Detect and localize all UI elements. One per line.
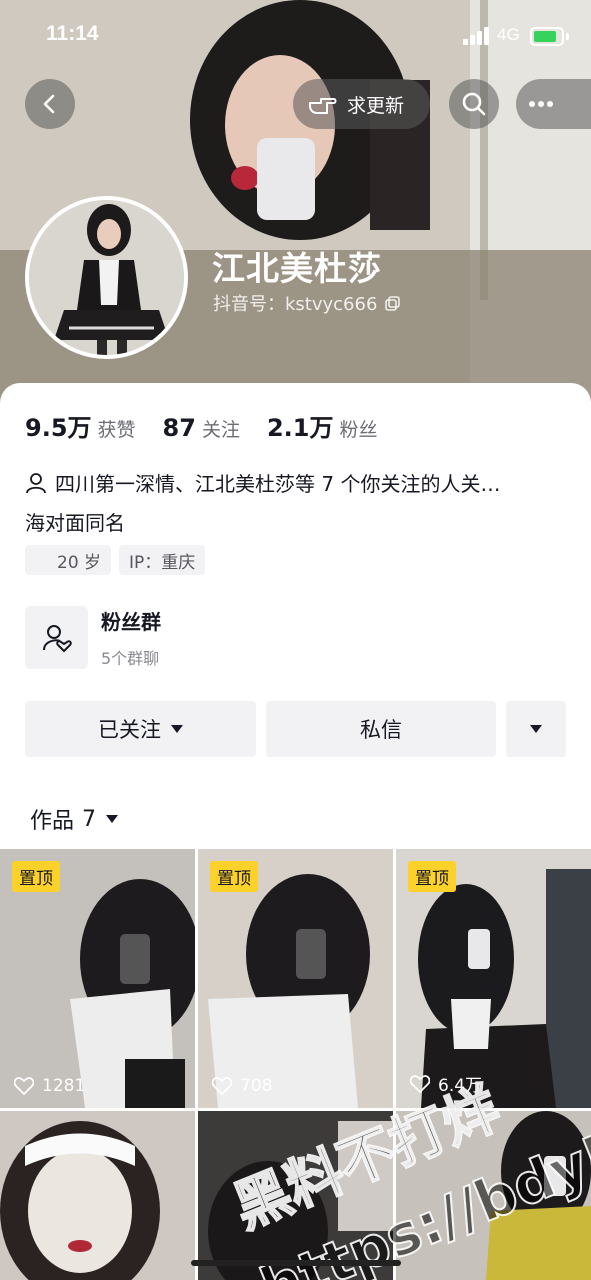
works-tab-label: 作品 bbox=[30, 809, 75, 834]
video-thumbnail[interactable]: 置顶 6.4万 bbox=[396, 849, 591, 1108]
fans-group-subtitle: 5个群聊 bbox=[101, 649, 160, 668]
more-options-button[interactable] bbox=[516, 79, 591, 129]
request-update-label: 求更新 bbox=[347, 94, 405, 117]
fans-group[interactable]: 粉丝群 5个群聊 bbox=[25, 606, 161, 669]
stat-value: 9.5万 bbox=[25, 414, 92, 442]
heart-icon bbox=[212, 1077, 232, 1095]
more-dots-icon bbox=[529, 101, 553, 107]
douyin-id: 抖音号：kstvyc666 bbox=[213, 294, 378, 315]
copy-icon[interactable] bbox=[385, 295, 401, 311]
avatar[interactable] bbox=[25, 196, 188, 359]
message-label: 私信 bbox=[360, 718, 402, 742]
fans-group-title: 粉丝群 bbox=[101, 610, 161, 634]
avatar-photo bbox=[29, 200, 184, 355]
like-count: 6.4万 bbox=[410, 1071, 482, 1096]
network-type: 4G bbox=[497, 25, 520, 44]
stat-following[interactable]: 87 关注 bbox=[163, 414, 240, 442]
like-count: 1281 bbox=[14, 1076, 85, 1096]
stat-label: 关注 bbox=[201, 419, 240, 441]
mutual-text: 四川第一深情、江北美杜莎等 7 个你关注的人关… bbox=[55, 472, 501, 496]
following-label: 已关注 bbox=[98, 718, 161, 742]
video-thumbnail[interactable]: 置顶 708 bbox=[198, 849, 393, 1108]
stat-value: 2.1万 bbox=[266, 414, 334, 442]
stat-likes[interactable]: 9.5万 获赞 bbox=[25, 408, 136, 443]
stat-value: 87 bbox=[162, 414, 196, 442]
heart-icon bbox=[14, 1077, 34, 1095]
heart-icon bbox=[410, 1074, 430, 1093]
bio: 海对面同名 bbox=[25, 511, 125, 535]
caret-down-icon bbox=[530, 725, 542, 733]
more-actions-button[interactable] bbox=[506, 701, 566, 757]
stat-label: 粉丝 bbox=[339, 419, 378, 441]
home-indicator[interactable] bbox=[191, 1260, 401, 1266]
group-chat-icon bbox=[42, 624, 72, 652]
nickname: 江北美杜莎 bbox=[212, 249, 382, 288]
video-grid: 置顶 1281 置顶 708 置顶 6.4万 bbox=[0, 849, 591, 1280]
message-button[interactable]: 私信 bbox=[266, 701, 496, 757]
person-icon bbox=[26, 472, 46, 493]
age-text: 20 岁 bbox=[57, 552, 102, 573]
chevron-left-icon bbox=[43, 94, 55, 114]
action-buttons: 已关注 私信 bbox=[25, 701, 566, 757]
mutual-followers[interactable]: 四川第一深情、江北美杜莎等 7 个你关注的人关… bbox=[25, 468, 570, 497]
caret-down-icon bbox=[106, 815, 119, 823]
status-time: 11:14 bbox=[46, 22, 99, 45]
douyin-id-row[interactable]: 抖音号：kstvyc666 bbox=[213, 290, 401, 316]
stat-label: 获赞 bbox=[97, 419, 136, 441]
request-update-button[interactable]: 求更新 bbox=[293, 79, 430, 129]
profile-tags: 20 岁 IP：重庆 bbox=[25, 545, 213, 575]
battery-icon bbox=[530, 27, 564, 46]
video-cover bbox=[396, 1111, 591, 1280]
like-number: 6.4万 bbox=[438, 1076, 483, 1096]
ip-text: IP：重庆 bbox=[129, 552, 196, 573]
video-thumbnail[interactable] bbox=[198, 1111, 393, 1280]
pinned-badge: 置顶 bbox=[210, 861, 258, 892]
pointing-hand-icon bbox=[309, 98, 337, 114]
profile-cover: 11:14 4G 求更新 江北美杜莎 抖音号：kstvyc666 bbox=[0, 0, 591, 410]
search-icon bbox=[462, 92, 486, 116]
fans-group-icon-box bbox=[25, 606, 88, 669]
video-cover bbox=[198, 1111, 393, 1280]
works-count: 7 bbox=[82, 806, 97, 832]
caret-down-icon bbox=[171, 725, 183, 733]
search-button[interactable] bbox=[449, 79, 499, 129]
age-tag: 20 岁 bbox=[25, 545, 112, 575]
video-thumbnail[interactable] bbox=[0, 1111, 195, 1280]
like-number: 708 bbox=[240, 1076, 273, 1096]
ip-tag: IP：重庆 bbox=[119, 545, 206, 575]
like-count: 708 bbox=[212, 1076, 272, 1096]
pinned-badge: 置顶 bbox=[12, 861, 60, 892]
stats-row: 9.5万 获赞 87 关注 2.1万 粉丝 bbox=[25, 408, 404, 443]
signal-icon bbox=[463, 27, 491, 45]
video-cover bbox=[0, 1111, 195, 1280]
stat-followers[interactable]: 2.1万 粉丝 bbox=[267, 408, 378, 443]
status-bar: 11:14 4G bbox=[0, 0, 591, 72]
video-thumbnail[interactable] bbox=[396, 1111, 591, 1280]
pinned-badge: 置顶 bbox=[408, 861, 456, 892]
following-button[interactable]: 已关注 bbox=[25, 701, 256, 757]
video-thumbnail[interactable]: 置顶 1281 bbox=[0, 849, 195, 1108]
like-number: 1281 bbox=[42, 1076, 86, 1096]
tab-works[interactable]: 作品 7 bbox=[30, 803, 119, 835]
back-button[interactable] bbox=[25, 79, 75, 129]
